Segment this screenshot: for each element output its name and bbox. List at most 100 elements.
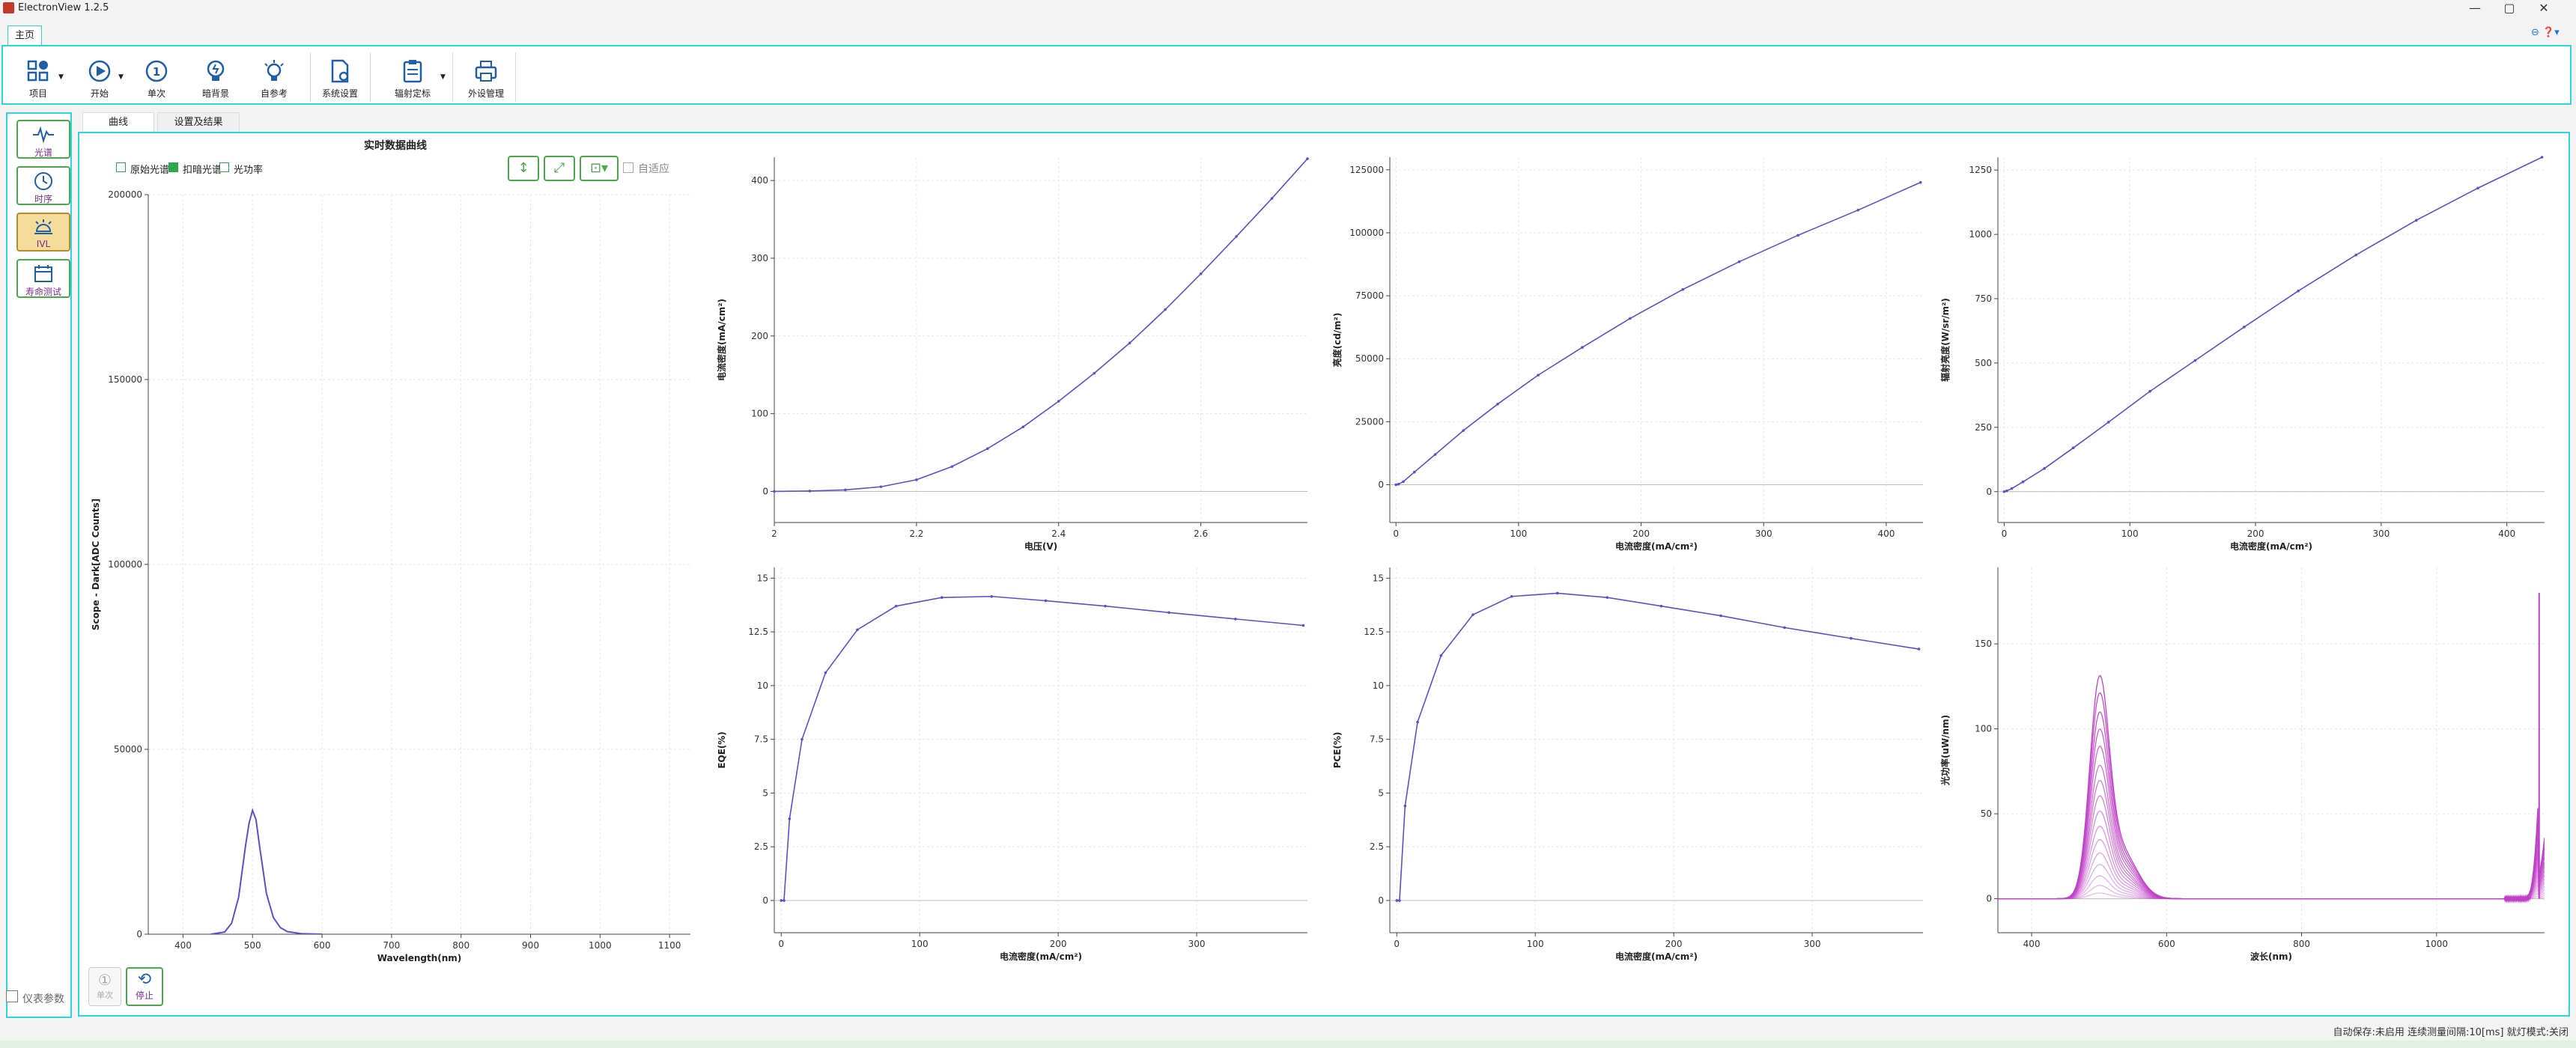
lightbulb-ray-icon [264,60,284,81]
data-point [1496,403,1499,406]
data-point [1850,636,1853,640]
y-tick-label: 0 [762,486,768,496]
spectrum-series-line [1998,728,2545,904]
data-point [879,485,883,489]
spectrum-series-line [1998,674,2545,904]
start-button[interactable]: 开始 [81,58,118,103]
help-icons[interactable]: ⊖ ❓▾ [2531,27,2569,40]
project-dropdown-icon[interactable]: ▼ [58,73,64,81]
y-axis-label: EQE(%) [717,731,727,769]
tab-curves[interactable]: 曲线 [82,112,154,132]
spectrum-series-line [1998,795,2545,904]
single-shot-button[interactable]: 1 单次 [138,58,175,103]
project-button[interactable]: 项目 [19,58,57,103]
x-tick-label: 0 [778,939,784,949]
data-point [2243,326,2246,329]
data-point [1537,374,1540,377]
ribbon-separator [452,52,453,102]
legend-optical-power-checkbox[interactable] [219,162,229,172]
data-point [1397,483,1400,486]
y-tick-label: 0 [136,929,142,939]
x-tick-label: 600 [314,940,331,951]
x-tick-label: 400 [174,940,192,951]
data-point [1510,594,1513,598]
y-tick-label: 12.5 [748,627,768,637]
autofit-checkbox[interactable] [623,162,634,173]
calendar-icon [34,265,52,282]
data-point [1471,613,1474,616]
nav-lifetime-test[interactable]: 寿命测试 [16,259,70,298]
data-point [1416,720,1419,724]
chart-title: 实时数据曲线 [364,140,427,152]
zoom-fit-button[interactable]: ⤢ [544,156,575,181]
eqe-chart[interactable]: 0 100 200 300 0 2.5 5 7.5 10 12.5 15 电流密度(mA/cm²) EQ… [710,558,1315,963]
peripheral-management-button[interactable]: 外设管理 [463,58,509,103]
start-label: 开始 [90,88,109,99]
system-settings-button[interactable]: 系统设置 [318,58,362,103]
tab-settings-results[interactable]: 设置及结果 [157,112,240,132]
legend-raw-spectrum-checkbox[interactable] [116,162,126,172]
y-tick-label: 2.5 [754,841,768,852]
minimize-icon[interactable]: — [2458,0,2492,16]
legend-optical-power-label: 光功率 [234,165,264,176]
minimize-ribbon-icon[interactable]: ⊖ [2531,27,2539,38]
x-tick-label: 400 [1877,528,1895,539]
data-point [915,478,918,481]
x-tick-label: 200 [1050,939,1067,949]
legend-dark-subtracted-label: 扣暗光谱 [183,165,222,176]
spectrum-series-line [1998,826,2545,904]
data-point [783,899,786,902]
spectrum-series-line [1998,810,2545,904]
radiometric-calibration-button[interactable]: 辐射定标 [389,58,436,103]
spectrum-chart[interactable]: 400 500 600 700 800 900 1000 1100 0 50000 100000 15… [84,186,698,964]
jv-chart[interactable]: 2 2.2 2.4 2.6 0 100 200 300 400 电压(V) 电流密度(mA/cm²) [710,148,1315,552]
single-button[interactable]: ① 单次 [88,967,121,1006]
lamp-icon [34,219,52,234]
luminance-chart[interactable]: 0 100 200 300 400 0 25000 50000 75000 100000 12500… [1325,148,1931,552]
x-tick-label: 700 [383,940,400,951]
self-reference-button[interactable]: 自参考 [253,58,295,103]
x-tick-label: 400 [2023,939,2041,949]
data-point [1128,341,1131,344]
data-point [1439,654,1443,657]
nav-timing[interactable]: 时序 [16,166,70,205]
y-tick-label: 150000 [108,374,142,385]
x-tick-label: 1000 [589,940,612,951]
legend-dark-subtracted-checkbox[interactable] [168,162,178,172]
y-tick-label: 400 [751,175,768,186]
y-tick-label: 15 [757,573,768,583]
close-icon[interactable]: ✕ [2527,0,2561,16]
pce-chart[interactable]: 0 100 200 300 0 2.5 5 7.5 10 12.5 15 电流密度(mA/cm²) PC… [1325,558,1931,963]
lightbulb-dark-icon [207,60,225,81]
nav-spectrum[interactable]: 光谱 [16,120,70,159]
calibration-dropdown-icon[interactable]: ▼ [440,73,446,81]
data-point [844,488,847,492]
spectra-family-chart[interactable]: 400 600 800 1000 0 50 100 150 波长(nm) 光功率(uW/nm) [1933,558,2552,963]
maximize-icon[interactable]: ▢ [2492,0,2527,16]
y-tick-label: 50000 [1355,353,1384,364]
data-point [1021,425,1025,429]
data-point [1856,208,1860,212]
data-point [1783,626,1786,630]
data-point [1104,604,1107,608]
start-dropdown-icon[interactable]: ▼ [118,73,124,81]
radiance-chart[interactable]: 0 100 200 300 400 0 250 500 750 1000 1250 电流密度(mA/c… [1933,148,2552,552]
single-shot-label: 单次 [147,88,165,99]
x-tick-label: 800 [452,940,470,951]
tab-home[interactable]: 主页 [7,25,42,45]
ribbon-separator [370,52,371,102]
y-axis-label: 电流密度(mA/cm²) [716,299,727,381]
system-settings-label: 系统设置 [321,88,358,99]
stop-button[interactable]: ⟲ 停止 [126,967,163,1006]
y-tick-label: 25000 [1355,416,1384,427]
data-point [1093,371,1096,375]
nav-ivl[interactable]: IVL [16,213,70,252]
y-tick-label: 125000 [1349,165,1384,175]
y-tick-label: 5 [1378,787,1384,798]
data-point [1629,317,1632,320]
help-icon[interactable]: ❓▾ [2542,27,2560,38]
instrument-params-checkbox[interactable] [6,990,18,1002]
vertical-scale-button[interactable]: ↕ [508,156,539,181]
zoom-options-button[interactable]: ⊡▾ [580,156,619,181]
dark-background-button[interactable]: 暗背景 [195,58,237,103]
